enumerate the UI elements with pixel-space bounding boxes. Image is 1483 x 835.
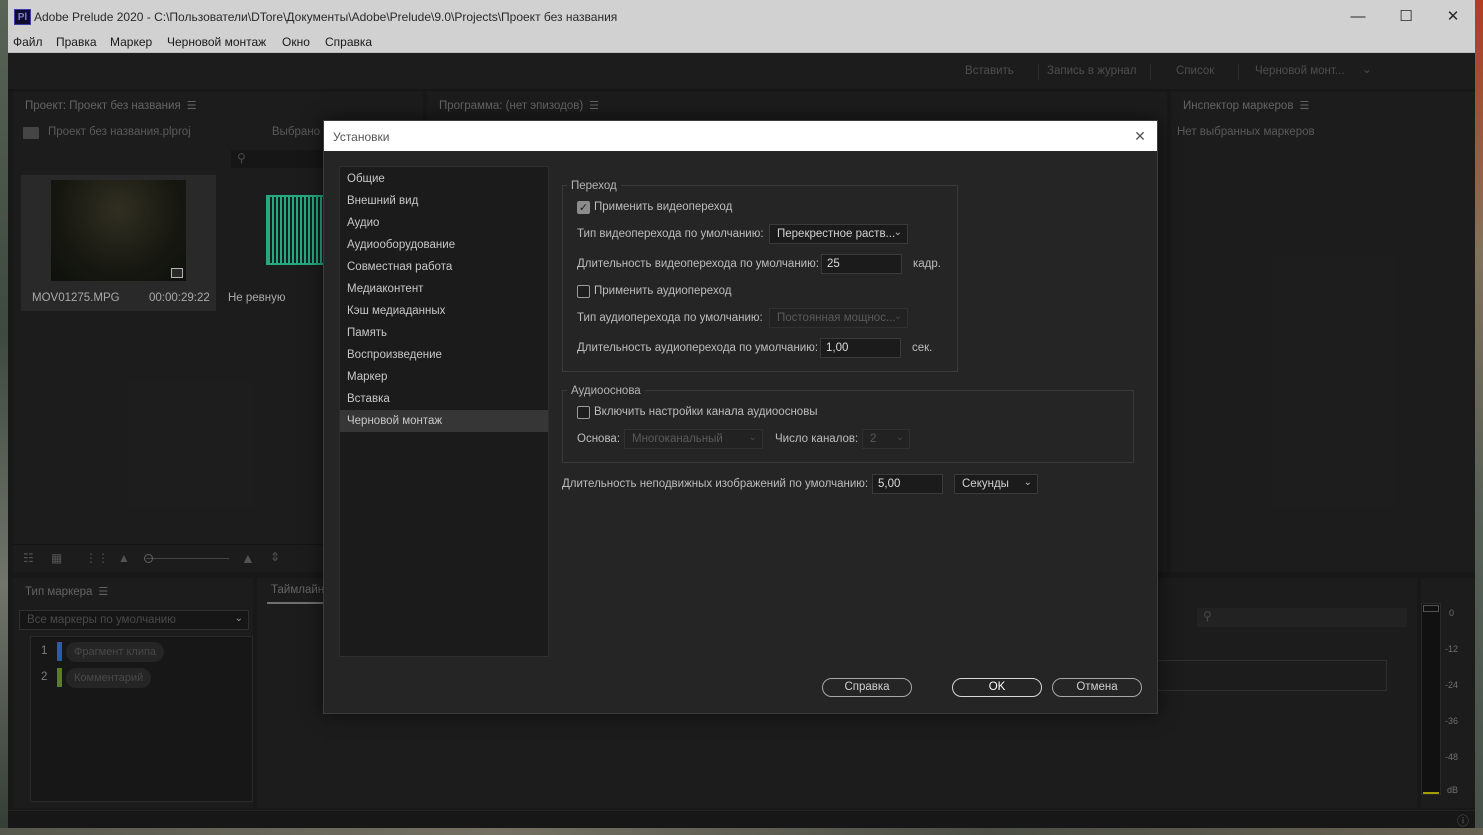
enable-audio-base-label: Включить настройки канала аудиоосновы [594,406,818,418]
audio-base-group [562,390,1134,463]
channel-count-value: 2 [870,433,877,445]
video-transition-duration-input[interactable]: 25 [821,254,902,274]
channel-count-label: Число каналов: [775,433,859,445]
channel-count-select[interactable]: 2 ⌄ [862,429,910,449]
audio-transition-duration-unit: сек. [912,342,933,354]
audio-base-value: Многоканальный [632,433,723,445]
category-collaboration[interactable]: Совместная работа [340,256,548,278]
category-playback[interactable]: Воспроизведение [340,344,548,366]
audio-transition-type-label: Тип аудиоперехода по умолчанию: [577,312,763,324]
chevron-down-icon: ⌄ [893,227,902,238]
apply-video-transition-label: Применить видеопереход [594,201,733,213]
apply-audio-transition-checkbox[interactable] [577,285,590,298]
still-image-duration-input[interactable]: 5,00 [872,474,943,494]
audio-base-select[interactable]: Многоканальный ⌄ [624,429,763,449]
audio-transition-duration-input[interactable]: 1,00 [820,338,901,358]
video-transition-type-value: Перекрестное раств... [777,228,896,240]
help-button[interactable]: Справка [822,678,912,697]
ok-button[interactable]: OK [952,678,1042,697]
audio-base-label: Основа: [577,433,621,445]
chevron-down-icon: ⌄ [748,432,757,443]
category-media-cache[interactable]: Кэш медиаданных [340,300,548,322]
cancel-button[interactable]: Отмена [1052,678,1142,697]
apply-video-transition-checkbox[interactable]: ✓ [577,201,590,214]
audio-base-group-label: Аудиооснова [567,385,645,397]
chevron-down-icon: ⌄ [1023,477,1032,488]
category-audio-hardware[interactable]: Аудиооборудование [340,234,548,256]
preferences-category-list: Общие Внешний вид Аудио Аудиооборудовани… [339,166,549,657]
still-image-unit-value: Секунды [962,478,1009,490]
category-ingest[interactable]: Вставка [340,388,548,410]
video-transition-duration-unit: кадр. [913,258,941,270]
video-transition-duration-label: Длительность видеоперехода по умолчанию: [577,258,819,270]
dialog-title: Установки [333,130,390,144]
video-transition-type-label: Тип видеоперехода по умолчанию: [577,228,764,240]
chevron-down-icon: ⌄ [895,432,904,443]
category-audio[interactable]: Аудио [340,212,548,234]
preferences-dialog: Установки ✕ Общие Внешний вид Аудио Ауди… [323,120,1158,714]
category-appearance[interactable]: Внешний вид [340,190,548,212]
chevron-down-icon: ⌄ [893,311,902,322]
audio-transition-type-select[interactable]: Постоянная мощнос... ⌄ [769,308,908,328]
audio-transition-type-value: Постоянная мощнос... [777,312,896,324]
category-rough-cut[interactable]: Черновой монтаж [340,410,548,432]
apply-audio-transition-label: Применить аудиопереход [594,285,732,297]
video-transition-type-select[interactable]: Перекрестное раств... ⌄ [769,224,908,244]
still-image-unit-select[interactable]: Секунды ⌄ [954,474,1038,494]
enable-audio-base-checkbox[interactable] [577,406,590,419]
category-media[interactable]: Медиаконтент [340,278,548,300]
category-memory[interactable]: Память [340,322,548,344]
transition-group-label: Переход [567,180,621,192]
close-icon[interactable]: ✕ [1131,127,1149,145]
category-general[interactable]: Общие [340,168,548,190]
category-marker[interactable]: Маркер [340,366,548,388]
dialog-title-bar: Установки ✕ [324,121,1157,151]
still-image-duration-label: Длительность неподвижных изображений по … [562,478,869,490]
audio-transition-duration-label: Длительность аудиоперехода по умолчанию: [577,342,819,354]
